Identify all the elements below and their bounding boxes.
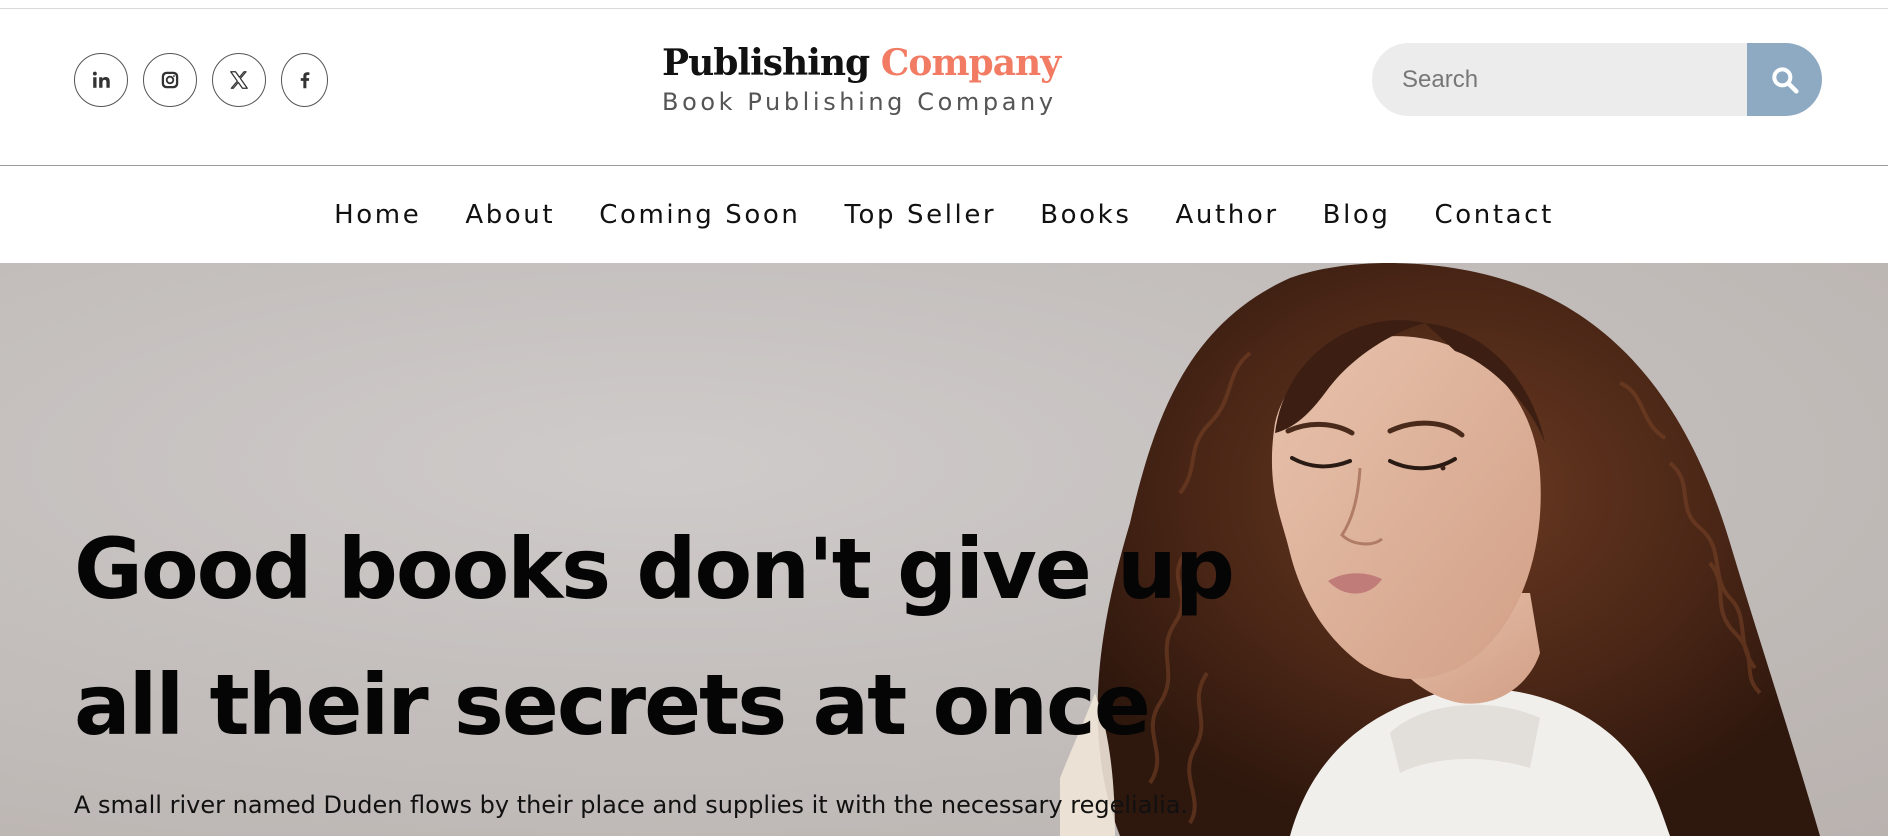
- linkedin-button[interactable]: [74, 53, 128, 107]
- search-form: [1372, 43, 1822, 116]
- hero-section: Good books don't give up all their secre…: [0, 263, 1888, 836]
- hero-title: Good books don't give up all their secre…: [74, 501, 1254, 773]
- instagram-button[interactable]: [143, 53, 197, 107]
- search-icon: [1771, 66, 1799, 94]
- x-twitter-button[interactable]: [212, 53, 266, 107]
- search-button[interactable]: [1747, 43, 1822, 116]
- brand-title: Publishing Company: [662, 41, 1061, 85]
- nav-item-author[interactable]: Author: [1176, 200, 1279, 230]
- hero-description: A small river named Duden flows by their…: [74, 791, 1189, 819]
- facebook-icon: [300, 72, 309, 89]
- linkedin-icon: [92, 71, 110, 88]
- brand-title-main: Publishing: [662, 42, 870, 84]
- nav-item-about[interactable]: About: [465, 200, 555, 230]
- nav-item-top-seller[interactable]: Top Seller: [844, 200, 996, 230]
- site-header: Publishing Company Book Publishing Compa…: [0, 9, 1888, 165]
- nav-item-home[interactable]: Home: [334, 200, 421, 230]
- facebook-button[interactable]: [281, 53, 328, 107]
- nav-item-coming-soon[interactable]: Coming Soon: [599, 200, 800, 230]
- hero-title-line-1: Good books don't give up: [74, 520, 1235, 618]
- brand-logo[interactable]: Publishing Company Book Publishing Compa…: [662, 41, 1061, 117]
- hero-title-line-2: all their secrets at once: [74, 656, 1151, 754]
- brand-title-accent: Company: [880, 42, 1061, 84]
- instagram-icon: [161, 71, 179, 89]
- search-input[interactable]: [1372, 43, 1747, 116]
- main-nav: Home About Coming Soon Top Seller Books …: [0, 166, 1888, 263]
- social-links: [74, 53, 328, 107]
- nav-item-contact[interactable]: Contact: [1435, 200, 1554, 230]
- nav-item-blog[interactable]: Blog: [1323, 200, 1391, 230]
- brand-subtitle: Book Publishing Company: [662, 88, 1057, 116]
- x-icon: [230, 71, 248, 89]
- nav-item-books[interactable]: Books: [1040, 200, 1131, 230]
